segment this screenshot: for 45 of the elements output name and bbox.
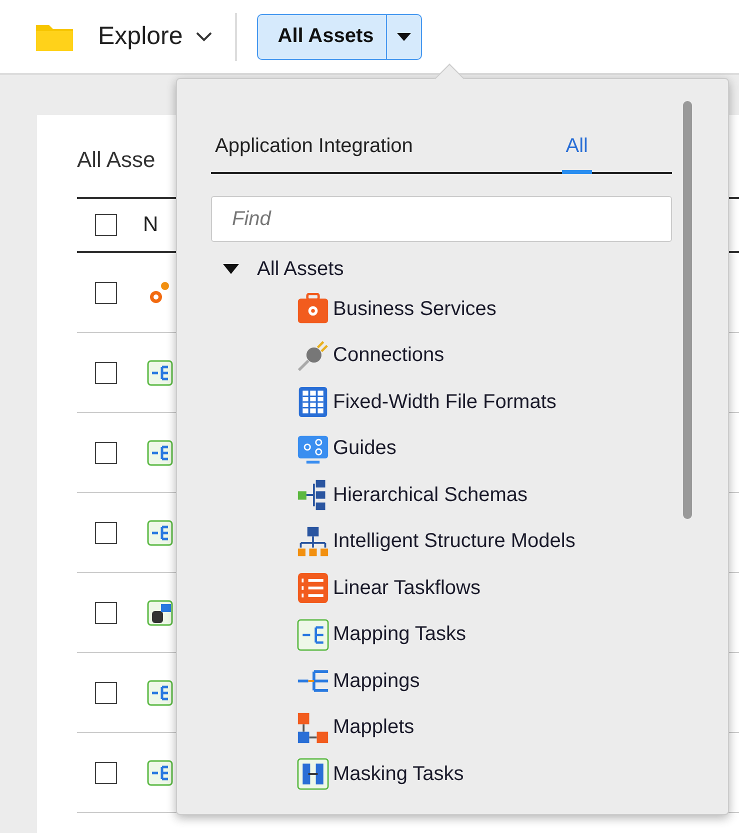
explore-menu[interactable]: Explore — [98, 22, 213, 51]
search-field[interactable]: Find — [211, 196, 672, 242]
card-title: All Asse — [77, 146, 156, 174]
tree-item[interactable]: Mappings — [297, 658, 420, 704]
mapping-task-icon — [297, 618, 329, 651]
checkbox[interactable] — [95, 762, 117, 784]
checkbox[interactable] — [95, 522, 117, 544]
tree-item[interactable]: All Assets — [223, 256, 344, 282]
briefcase-gear-icon — [297, 293, 329, 326]
checkbox[interactable] — [95, 214, 117, 236]
checkbox[interactable] — [95, 602, 117, 624]
checkbox[interactable] — [95, 682, 117, 704]
tree-item[interactable]: Connections — [297, 332, 444, 379]
database-task-icon — [147, 598, 173, 626]
mapping-task-icon — [147, 678, 173, 706]
tree-structure-icon — [297, 526, 329, 558]
checkbox[interactable] — [95, 282, 117, 304]
expand-arrow-icon — [223, 263, 239, 275]
tree-item[interactable]: Intelligent Structure Models — [297, 518, 576, 565]
tree-item[interactable]: Linear Taskflows — [297, 565, 480, 612]
column-file-icon — [297, 386, 329, 418]
tree-item[interactable]: Fixed-Width File Formats — [297, 379, 556, 426]
mapping-task-icon — [147, 758, 173, 786]
tab[interactable]: All — [562, 129, 592, 174]
plug-icon — [297, 340, 329, 372]
checkbox[interactable] — [95, 362, 117, 384]
mapping-task-icon — [147, 438, 173, 466]
numbered-list-icon — [297, 572, 329, 604]
caret-icon — [396, 32, 411, 42]
chevron-down-icon — [194, 30, 213, 42]
tree-item[interactable]: Business Services — [297, 286, 496, 332]
tab[interactable]: Application Integration — [211, 129, 417, 174]
column-header[interactable]: N — [143, 213, 158, 237]
tree-item[interactable]: Guides — [297, 426, 396, 472]
mapplet-icon — [297, 712, 329, 744]
checkbox[interactable] — [95, 442, 117, 464]
masking-task-icon — [297, 758, 329, 790]
mapping-task-icon — [147, 358, 173, 386]
tree-item[interactable]: Mapping Tasks — [297, 612, 466, 658]
asset-filter-button[interactable]: All Assets — [258, 14, 387, 58]
scrollbar-thumb[interactable] — [683, 101, 692, 519]
tree-item[interactable]: Hierarchical Schemas — [297, 472, 528, 518]
tree-item[interactable]: Masking Tasks — [297, 751, 464, 790]
tree-item[interactable]: Mapplets — [297, 704, 414, 751]
mapping-task-icon — [147, 518, 173, 546]
